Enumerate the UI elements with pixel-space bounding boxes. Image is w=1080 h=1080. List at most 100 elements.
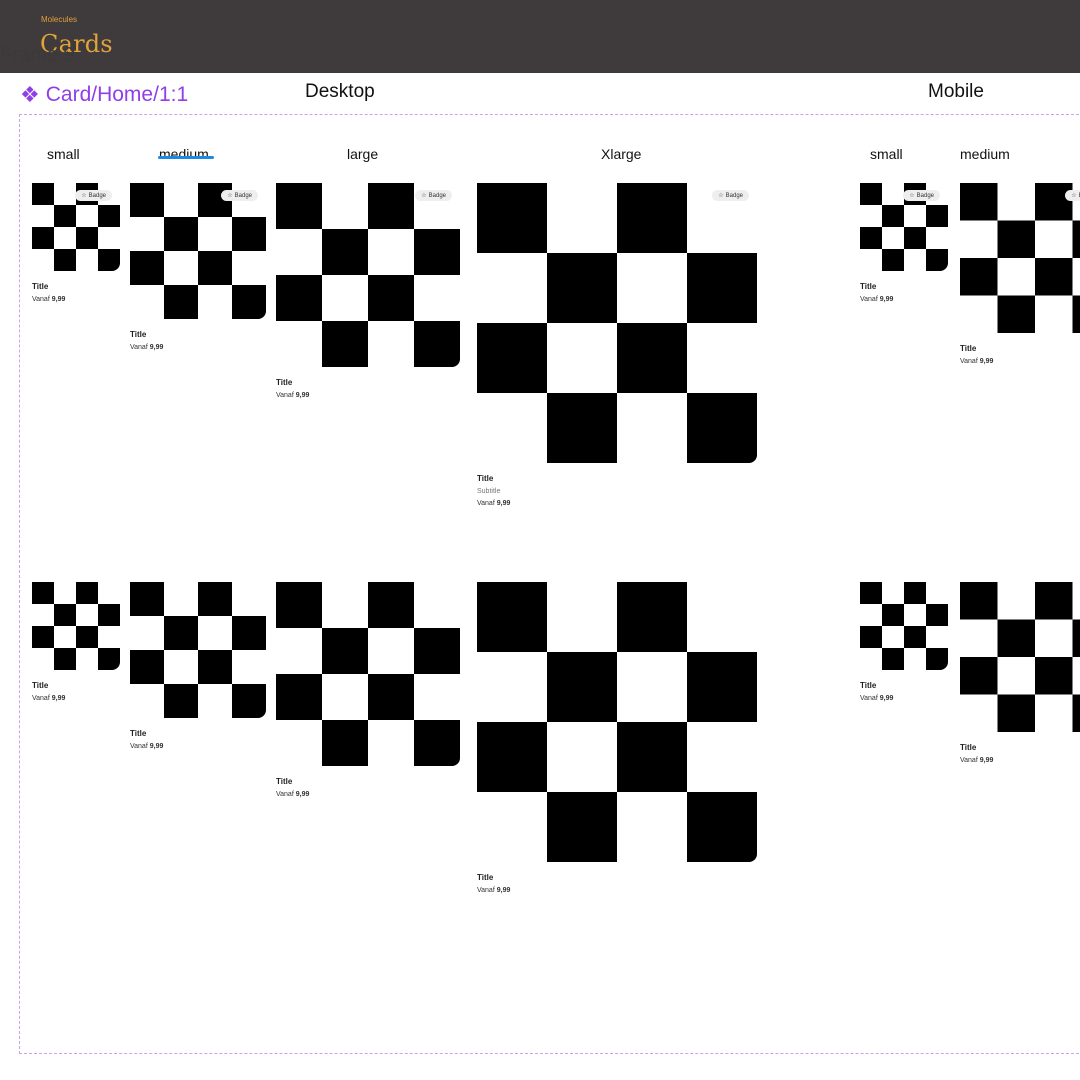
card-desktop-small-badge[interactable]: ☆ Badge Title Vanaf 9,99: [32, 183, 120, 303]
card-title: Title: [130, 729, 147, 738]
price-value: 9,99: [295, 791, 310, 798]
card-mobile-medium-badge[interactable]: ☆Badge Title Vanaf 9,99: [960, 183, 1080, 365]
price-prefix: Vanaf: [276, 392, 294, 399]
card-title: Title: [32, 282, 49, 291]
card-title: Title: [32, 681, 49, 690]
card-desktop-medium-badge[interactable]: ☆ Badge Title Vanaf 9,99: [130, 183, 266, 351]
card-title: Title: [276, 378, 293, 387]
card-image: ☆Badge: [276, 183, 460, 367]
header-kicker: Molecules: [41, 15, 78, 24]
price-value: 9,99: [979, 358, 994, 365]
star-icon: ☆: [81, 193, 87, 199]
placeholder-image: [960, 183, 1080, 333]
price-prefix: Vanaf: [130, 743, 148, 750]
price-value: 9,99: [979, 757, 994, 764]
card-price: Vanaf 9,99: [276, 791, 460, 798]
card-badge: ☆Badge: [221, 190, 258, 201]
placeholder-image: [276, 582, 460, 766]
card-image: [477, 582, 757, 862]
badge-label: Badge: [234, 192, 252, 199]
card-image: ☆Badge: [860, 183, 948, 271]
star-icon: ☆: [421, 193, 427, 199]
placeholder-image: [130, 183, 266, 319]
price-value: 9,99: [879, 695, 894, 702]
price-value: 9,99: [496, 887, 511, 894]
card-desktop-xlarge[interactable]: Title Vanaf 9,99: [477, 582, 757, 894]
star-icon: ☆: [718, 193, 724, 199]
section-mobile: Mobile: [928, 81, 984, 102]
price-prefix: Vanaf: [32, 695, 50, 702]
placeholder-image: [276, 183, 460, 367]
card-badge: ☆Badge: [1065, 190, 1080, 201]
component-diamond-icon: ❖: [20, 82, 40, 107]
price-value: 9,99: [149, 743, 164, 750]
card-title: Title: [477, 873, 494, 882]
card-desktop-xlarge-badge[interactable]: ☆ Badge Title Subtitle Vanaf 9,99: [477, 183, 757, 507]
column-label-desktop-medium[interactable]: medium: [159, 146, 209, 162]
card-image: ☆Badge: [130, 183, 266, 319]
card-title: Title: [960, 743, 977, 752]
card-badge: ☆Badge: [415, 190, 452, 201]
placeholder-image: [960, 582, 1080, 732]
star-icon: ☆: [1071, 193, 1077, 199]
price-value: 9,99: [295, 392, 310, 399]
price-value: 9,99: [879, 296, 894, 303]
component-name: Card/Home/1:1: [45, 83, 189, 106]
card-price: Vanaf 9,99: [130, 743, 266, 750]
badge-label: Badge: [725, 192, 743, 199]
card-mobile-medium[interactable]: Title Vanaf 9,99: [960, 582, 1080, 764]
star-icon: ☆: [909, 193, 915, 199]
placeholder-image: [477, 183, 757, 463]
card-price: Vanaf 9,99: [860, 296, 948, 303]
price-value: 9,99: [51, 695, 66, 702]
badge-label: Badge: [88, 192, 106, 199]
card-desktop-medium[interactable]: Title Vanaf 9,99: [130, 582, 266, 750]
badge-label: Badge: [428, 192, 446, 199]
card-desktop-small[interactable]: Title Vanaf 9,99: [32, 582, 120, 702]
card-price: Vanaf 9,99: [276, 392, 460, 399]
card-price: Vanaf 9,99: [960, 358, 1080, 365]
card-price: Vanaf 9,99: [477, 887, 757, 894]
badge-label: Badge: [916, 192, 934, 199]
card-subtitle: Subtitle: [477, 488, 501, 495]
card-desktop-large-badge[interactable]: ☆ Badge Title Vanaf 9,99: [276, 183, 460, 399]
card-image: [960, 582, 1080, 732]
card-mobile-small-badge[interactable]: ☆ Badge Title Vanaf 9,99: [860, 183, 948, 303]
card-title: Title: [860, 282, 877, 291]
card-title: Title: [130, 330, 147, 339]
price-prefix: Vanaf: [477, 887, 495, 894]
card-image: [130, 582, 266, 718]
card-title: Title: [960, 344, 977, 353]
card-price: Vanaf 9,99: [32, 695, 120, 702]
column-label-mobile-small: small: [870, 146, 903, 162]
component-label[interactable]: ❖ Card/Home/1:1: [20, 83, 188, 107]
card-image: ☆Badge: [960, 183, 1080, 333]
price-prefix: Vanaf: [32, 296, 50, 303]
placeholder-image: [477, 582, 757, 862]
price-value: 9,99: [496, 500, 511, 507]
column-label-desktop-small: small: [47, 146, 80, 162]
page-header: Molecules Cards: [0, 0, 1080, 73]
price-value: 9,99: [149, 344, 164, 351]
selection-underline: [158, 156, 214, 159]
card-price: Vanaf 9,99: [960, 757, 1080, 764]
card-desktop-large[interactable]: Title Vanaf 9,99: [276, 582, 460, 798]
price-prefix: Vanaf: [276, 791, 294, 798]
card-image: [860, 582, 948, 670]
price-value: 9,99: [51, 296, 66, 303]
card-image: [276, 582, 460, 766]
card-title: Title: [477, 474, 494, 483]
card-image: ☆Badge: [32, 183, 120, 271]
column-label-desktop-large: large: [347, 146, 379, 162]
frame-label[interactable]: Frame 9: [0, 44, 74, 67]
card-title: Title: [860, 681, 877, 690]
column-label-desktop-xlarge: Xlarge: [601, 146, 642, 162]
card-price: Vanaf 9,99: [477, 500, 757, 507]
price-prefix: Vanaf: [860, 296, 878, 303]
price-prefix: Vanaf: [960, 358, 978, 365]
placeholder-image: [130, 582, 266, 718]
card-mobile-small[interactable]: Title Vanaf 9,99: [860, 582, 948, 702]
card-badge: ☆Badge: [75, 190, 112, 201]
placeholder-image: [860, 582, 948, 670]
price-prefix: Vanaf: [960, 757, 978, 764]
